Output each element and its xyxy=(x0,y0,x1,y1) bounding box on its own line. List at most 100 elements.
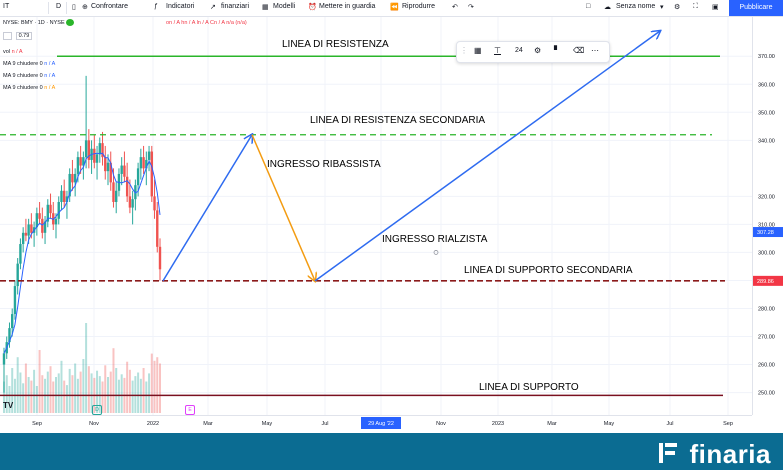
lock-icon[interactable]: ▘ xyxy=(554,46,560,55)
candle-body xyxy=(13,286,17,315)
template-icon[interactable]: ▦ xyxy=(474,46,482,55)
moving-average-line xyxy=(3,152,161,354)
crosshair-price-label: 289.86 xyxy=(757,279,774,285)
alert-button[interactable]: Mettere in guardia xyxy=(319,3,375,10)
settings-icon[interactable]: ⚙ xyxy=(534,46,541,55)
volume-bar xyxy=(49,366,52,413)
redo-icon[interactable]: ↷ xyxy=(468,3,474,11)
earnings-marker-icon[interactable]: E xyxy=(185,405,195,415)
more-icon[interactable]: ⋯ xyxy=(591,46,599,55)
legend-ma2[interactable]: MA 9 chiudere 0 n / A xyxy=(3,73,55,79)
legend-value-box: 0.79 xyxy=(15,32,33,40)
volume-bar xyxy=(63,380,66,413)
candle-body xyxy=(120,165,123,174)
candle-body xyxy=(63,190,66,202)
price-axis[interactable]: 250.00260.00270.00280.00290.00300.00310.… xyxy=(752,17,783,415)
time-tick-label: 2022 xyxy=(147,421,159,427)
volume-bar xyxy=(128,369,131,413)
volume-bar xyxy=(87,366,90,413)
layout-icon[interactable]: □ xyxy=(586,3,590,10)
time-tick-label: Jul xyxy=(321,421,328,427)
dividend-marker-icon[interactable]: D xyxy=(92,405,102,415)
fullscreen-icon[interactable]: ⛶ xyxy=(693,3,698,11)
candle-body xyxy=(136,168,140,186)
volume-bar xyxy=(109,371,112,413)
candle-body xyxy=(38,213,41,219)
volume-bar xyxy=(33,369,36,413)
volume-bar xyxy=(115,368,118,413)
candle-body xyxy=(19,244,22,264)
layout-name-button[interactable]: Senza nome xyxy=(616,3,655,10)
volume-bar xyxy=(41,375,44,413)
price-chart[interactable] xyxy=(0,17,752,415)
legend-volume[interactable]: vol n / A xyxy=(3,49,23,55)
drawing-toolbar: ⋮ ▦ ⊤ 24 ⚙ ▘ ⌫ ⋯ xyxy=(456,41,610,63)
brand-logo-text: finaria xyxy=(689,439,771,469)
legend-value-row: 0.79 xyxy=(3,32,33,40)
templates-icon[interactable]: ▦ xyxy=(262,3,269,11)
price-tick-label: 280.00 xyxy=(758,306,775,312)
volume-bar xyxy=(120,374,123,413)
candle-body xyxy=(125,176,129,197)
candle-body xyxy=(60,190,63,202)
price-tick-label: 260.00 xyxy=(758,363,775,369)
compare-plus-icon[interactable]: ⊕ xyxy=(82,3,88,11)
time-tick-label: Mar xyxy=(547,421,557,427)
volume-bar xyxy=(126,361,129,413)
legend-ma3[interactable]: MA 9 chiudere 0 n / A xyxy=(3,85,55,91)
candle-body xyxy=(139,157,143,169)
templates-button[interactable]: Modelli xyxy=(273,3,295,10)
candle-body xyxy=(128,196,132,208)
time-tick-label: 29 Aug '22 xyxy=(368,421,394,427)
gear-icon[interactable]: ⚙ xyxy=(674,3,680,11)
price-tick-label: 350.00 xyxy=(758,110,775,116)
price-tick-label: 340.00 xyxy=(758,138,775,144)
arrow-up-2 xyxy=(314,31,660,282)
toolbar-divider xyxy=(66,2,67,14)
volume-bar xyxy=(74,363,77,413)
financials-icon[interactable]: ↗ xyxy=(210,3,216,11)
time-tick-label: May xyxy=(262,421,273,427)
publish-button[interactable]: Pubblicare xyxy=(729,0,783,16)
candle-body xyxy=(150,151,153,197)
compare-button[interactable]: Confrontare xyxy=(91,3,128,10)
chevron-down-icon[interactable]: ▾ xyxy=(660,3,664,11)
chart-type-icon[interactable]: ▯ xyxy=(72,3,76,11)
price-tick-label: 360.00 xyxy=(758,82,775,88)
volume-bar xyxy=(24,363,27,413)
time-tick-label: May xyxy=(604,421,615,427)
camera-icon[interactable]: ▣ xyxy=(712,3,719,11)
legend-ohlc: on / A hn / A ln / A Cn / A n/a (n/a) xyxy=(166,20,247,26)
legend-ma1[interactable]: MA 9 chiudere 0 n / A xyxy=(3,61,55,67)
alert-icon[interactable]: ⏰ xyxy=(308,3,317,11)
time-axis[interactable]: Sep Nov 2022 Mar May Jul 29 Aug '22 Nov 2023 Mar M… xyxy=(0,415,752,429)
ma3-value: n / A xyxy=(44,85,56,91)
interval-button[interactable]: D xyxy=(56,3,61,10)
chart-pane[interactable]: NYSE: BMY · 1D · NYSE on / A hn / A ln /… xyxy=(0,17,752,415)
candle-body xyxy=(49,204,52,214)
label-secondary-support: LINEA DI SUPPORTO SECONDARIA xyxy=(464,265,633,276)
volume-bar xyxy=(153,360,156,413)
indicators-button[interactable]: Indicatori xyxy=(166,3,194,10)
trash-icon[interactable]: ⌫ xyxy=(573,46,584,55)
candle-body xyxy=(147,151,151,160)
undo-icon[interactable]: ↶ xyxy=(452,3,458,11)
line-color-icon[interactable]: ⊤ xyxy=(494,46,501,55)
symbol-search[interactable]: IT xyxy=(3,3,9,10)
volume-bar xyxy=(65,385,68,413)
candle-body xyxy=(30,224,33,233)
financials-button[interactable]: finanziari xyxy=(221,3,249,10)
line-width-value[interactable]: 24 xyxy=(515,47,523,54)
ma1-value: n / A xyxy=(44,61,56,67)
volume-bar xyxy=(30,380,33,413)
legend-title-row: NYSE: BMY · 1D · NYSE on / A hn / A ln /… xyxy=(3,19,247,26)
volume-bar xyxy=(156,357,159,413)
candle-body xyxy=(84,140,88,158)
drag-handle-icon[interactable]: ⋮ xyxy=(460,46,468,55)
indicators-icon[interactable]: ƒ xyxy=(154,3,158,10)
volume-bar xyxy=(68,368,71,413)
replay-icon[interactable]: ⏪ xyxy=(390,3,399,11)
candle-body xyxy=(142,157,145,169)
replay-button[interactable]: Riprodurre xyxy=(402,3,435,10)
last-price-label: 307.28 xyxy=(757,230,774,236)
